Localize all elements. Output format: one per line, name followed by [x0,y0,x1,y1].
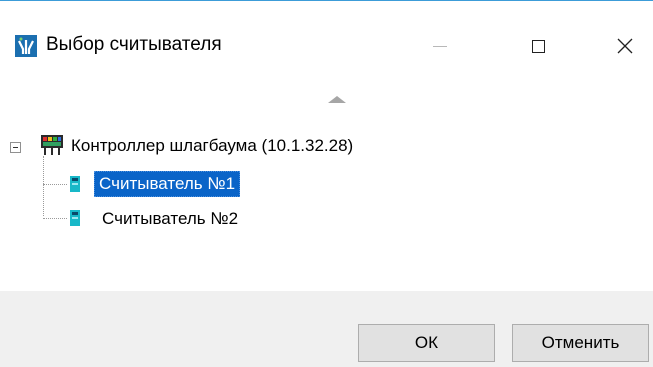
maximize-icon [531,39,545,53]
app-logo-icon [15,35,37,57]
title-bar[interactable]: Выбор считывателя [0,1,653,87]
reader-tree[interactable]: Контроллер шлагбаума (10.1.32.28) Считыв… [0,87,653,287]
reader-icon [70,176,80,192]
tree-item-reader-1[interactable]: Считыватель №1 [94,171,241,197]
close-icon [617,38,633,54]
dialog-footer: ОК Отменить [0,291,653,367]
tree-connector [43,218,67,219]
tree-connector [43,184,67,185]
tree-root-label[interactable]: Контроллер шлагбаума (10.1.32.28) [71,136,353,156]
minimize-icon [433,45,447,47]
minus-icon [13,147,18,148]
dialog-window: Выбор считывателя Контроллер шлагбаума (… [0,0,653,367]
minimize-button[interactable] [411,23,469,69]
window-title: Выбор считывателя [46,34,222,55]
close-button[interactable] [596,23,653,69]
reader-icon [70,210,80,226]
tree-connector [43,156,44,216]
maximize-button[interactable] [509,23,567,69]
tree-item-reader-2[interactable]: Считыватель №2 [98,207,242,231]
content-area: Контроллер шлагбаума (10.1.32.28) Считыв… [0,87,653,291]
ok-button[interactable]: ОК [358,324,495,362]
controller-icon [40,134,64,156]
cancel-button[interactable]: Отменить [512,324,649,362]
tree-collapse-toggle[interactable] [10,142,21,153]
